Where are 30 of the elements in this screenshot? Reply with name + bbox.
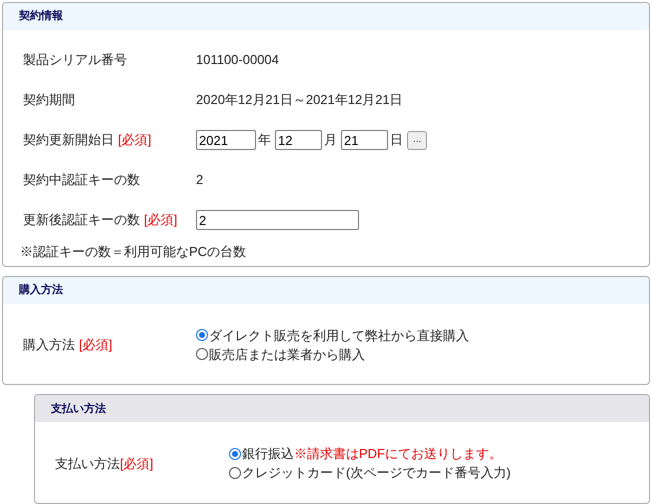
radio-label[interactable]: 銀行振込※請求書はPDFにてお送りします。 <box>242 444 502 464</box>
field-value: 101100-00004 <box>196 51 279 70</box>
field-label: 契約中認証キーの数 <box>23 172 140 188</box>
radio-label[interactable]: クレジットカード(次ページでカード番号入力) <box>242 463 511 483</box>
field-value: 2020年12月21日～2021年12月21日 <box>196 91 403 110</box>
field-label: 更新後認証キーの数 [必須] <box>23 212 178 228</box>
field-label: 製品シリアル番号 <box>23 52 127 68</box>
field-value: 2 <box>196 171 204 190</box>
section-title: 購入方法 <box>19 282 63 298</box>
radio-label[interactable]: ダイレクト販売を利用して弊社から直接購入 <box>209 326 469 346</box>
field-label: 購入方法 [必須] <box>23 337 112 352</box>
field-label: 契約更新開始日 [必須] <box>23 132 152 148</box>
section-title: 契約情報 <box>19 8 63 24</box>
radio-button[interactable] <box>229 466 241 479</box>
note-text: ※認証キーの数＝利用可能なPCの台数 <box>20 243 248 261</box>
radio-button[interactable] <box>196 329 208 342</box>
radio-label[interactable]: 販売店または業者から購入 <box>209 344 365 364</box>
input-field[interactable]: 21 <box>341 130 388 150</box>
field-label: 支払い方法[必須] <box>55 456 154 471</box>
radio-button[interactable] <box>229 448 241 460</box>
input-field[interactable]: 2 <box>196 210 359 230</box>
unit-label: 日 <box>390 131 403 150</box>
unit-label: 年 <box>258 131 271 150</box>
field-label: 契約期間 <box>23 92 75 108</box>
unit-label: 月 <box>324 131 337 150</box>
date-picker-button[interactable]: ... <box>407 130 428 150</box>
radio-button[interactable] <box>196 348 208 360</box>
section-title: 支払い方法 <box>51 402 106 417</box>
input-field[interactable]: 12 <box>275 130 322 150</box>
input-field[interactable]: 2021 <box>196 130 256 150</box>
